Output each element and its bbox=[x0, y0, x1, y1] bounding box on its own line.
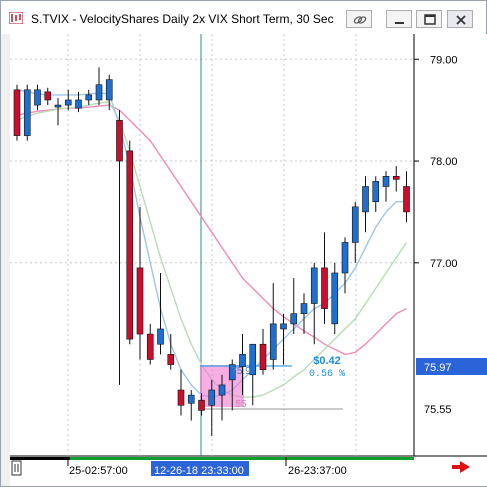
price-tick-label: 78.00 bbox=[430, 156, 458, 168]
maximize-icon bbox=[424, 14, 436, 25]
candle-body bbox=[34, 89, 41, 106]
candle-body bbox=[269, 323, 277, 360]
scroll-handle[interactable] bbox=[11, 460, 22, 476]
candle-body bbox=[64, 99, 72, 106]
price-tick-label: 79.00 bbox=[430, 54, 458, 66]
candle-body bbox=[351, 206, 359, 243]
candle-body bbox=[382, 176, 390, 187]
candle-body bbox=[146, 333, 154, 360]
candle-body bbox=[167, 354, 175, 365]
candle-body bbox=[362, 186, 369, 213]
candle-body bbox=[208, 389, 216, 406]
close-button[interactable] bbox=[447, 10, 473, 28]
measure-box-high-label: 75.9 bbox=[231, 366, 251, 377]
candle-body bbox=[300, 303, 308, 314]
session-bar-dark bbox=[10, 457, 70, 460]
candle-body bbox=[310, 267, 318, 304]
candle-body bbox=[290, 313, 298, 325]
candle-body bbox=[198, 399, 205, 411]
candle-body bbox=[280, 323, 287, 330]
close-icon bbox=[456, 15, 466, 25]
candle-body bbox=[392, 176, 400, 180]
candle-body bbox=[259, 343, 267, 370]
minimize-button[interactable] bbox=[386, 10, 412, 28]
price-chart[interactable]: 79.00 78.00 77.00 75.9 55 $0.42 0.56 % 75.… bbox=[10, 34, 487, 486]
candle-body bbox=[136, 267, 144, 335]
candle-body bbox=[187, 394, 195, 404]
price-axis: 79.00 78.00 77.00 bbox=[414, 54, 458, 270]
scroll-right-arrow[interactable] bbox=[452, 461, 470, 473]
candle-body bbox=[54, 104, 62, 108]
reference-price-label: 75.55 bbox=[424, 404, 452, 416]
candle-body bbox=[44, 91, 52, 101]
time-label-3: 26-23:37:00 bbox=[288, 465, 347, 477]
candle-body bbox=[126, 150, 134, 340]
link-icon bbox=[353, 16, 367, 24]
arrow-right-icon bbox=[460, 461, 470, 473]
candle-body bbox=[341, 242, 349, 274]
session-bar bbox=[10, 457, 414, 460]
candle-body bbox=[95, 84, 103, 101]
measure-box-low-label: 55 bbox=[235, 399, 247, 410]
chart-area[interactable]: 79.00 78.00 77.00 75.9 55 $0.42 0.56 % 75.… bbox=[10, 34, 487, 486]
candle-body bbox=[177, 389, 185, 406]
gain-percent: 0.56 % bbox=[309, 369, 345, 380]
candle-body bbox=[218, 384, 226, 396]
time-label-1: 25-02:57:00 bbox=[69, 465, 128, 477]
minimize-icon bbox=[395, 22, 404, 24]
candle-body bbox=[157, 328, 164, 345]
candle-body bbox=[239, 354, 246, 367]
chart-window: S.TVIX - VelocityShares Daily 2x VIX Sho… bbox=[0, 0, 487, 487]
candle-body bbox=[75, 99, 82, 109]
candle-body bbox=[23, 89, 31, 136]
candle-body bbox=[403, 186, 410, 213]
time-cursor-label: 12-26-18 23:33:00 bbox=[154, 465, 244, 477]
link-button[interactable] bbox=[346, 10, 372, 28]
candle-body bbox=[85, 94, 93, 101]
candle-body bbox=[372, 181, 380, 203]
price-tick-label: 77.00 bbox=[430, 258, 458, 270]
arrow-right-icon-stem bbox=[452, 465, 461, 469]
maximize-button[interactable] bbox=[416, 10, 442, 28]
candle-body bbox=[13, 89, 21, 136]
title-bar[interactable]: S.TVIX - VelocityShares Daily 2x VIX Sho… bbox=[1, 1, 486, 34]
candle-body bbox=[116, 120, 123, 162]
candle-body bbox=[331, 272, 339, 325]
chart-app-icon bbox=[9, 12, 23, 24]
candle-body bbox=[105, 79, 113, 101]
window-title: S.TVIX - VelocityShares Daily 2x VIX Sho… bbox=[31, 12, 334, 26]
gain-value: $0.42 bbox=[313, 355, 341, 367]
last-price-label: 75.97 bbox=[424, 362, 452, 374]
candle-body bbox=[321, 267, 328, 309]
